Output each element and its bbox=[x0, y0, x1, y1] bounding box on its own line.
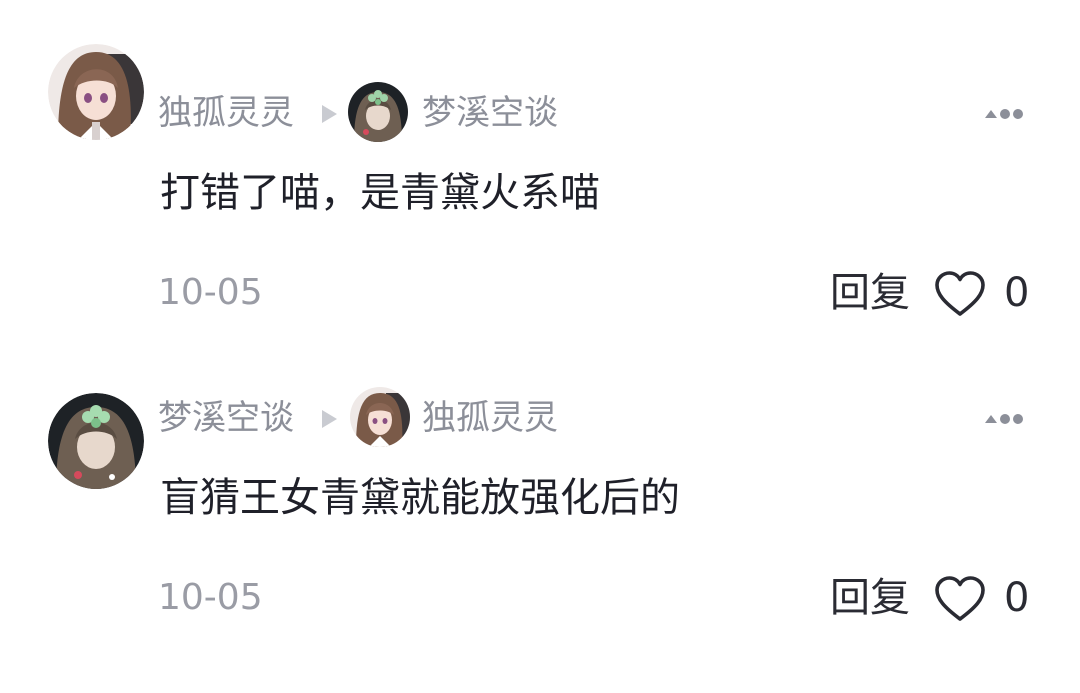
reply-to-avatar[interactable] bbox=[348, 82, 408, 142]
reply-button[interactable]: 回复 bbox=[830, 573, 910, 623]
comment-item: 独孤灵灵 梦溪空谈 打错了喵，是青黛火系喵 10-05 回复 0 bbox=[0, 44, 1080, 344]
reply-arrow-icon bbox=[322, 410, 337, 428]
more-dots-icon[interactable] bbox=[983, 104, 1023, 124]
like-count: 0 bbox=[1004, 270, 1030, 316]
author-avatar[interactable] bbox=[48, 44, 144, 140]
comment-text: 盲猜王女青黛就能放强化后的 bbox=[160, 475, 680, 521]
heart-outline-icon[interactable] bbox=[934, 270, 986, 318]
reply-arrow-icon bbox=[322, 105, 337, 123]
heart-outline-icon[interactable] bbox=[934, 575, 986, 623]
author-avatar[interactable] bbox=[48, 393, 144, 489]
comment-date: 10-05 bbox=[158, 577, 263, 618]
comment-author-name[interactable]: 梦溪空谈 bbox=[158, 395, 294, 441]
comment-item: 梦溪空谈 独孤灵灵 盲猜王女青黛就能放强化后的 10-05 回复 0 bbox=[0, 387, 1080, 693]
reply-to-avatar[interactable] bbox=[350, 387, 410, 447]
like-count: 0 bbox=[1004, 575, 1030, 621]
reply-to-name[interactable]: 独孤灵灵 bbox=[422, 395, 558, 441]
comment-date: 10-05 bbox=[158, 272, 263, 313]
comment-text: 打错了喵，是青黛火系喵 bbox=[160, 170, 600, 216]
reply-button[interactable]: 回复 bbox=[830, 268, 910, 318]
comment-author-name[interactable]: 独孤灵灵 bbox=[158, 90, 294, 136]
more-dots-icon[interactable] bbox=[983, 409, 1023, 429]
reply-to-name[interactable]: 梦溪空谈 bbox=[422, 90, 558, 136]
